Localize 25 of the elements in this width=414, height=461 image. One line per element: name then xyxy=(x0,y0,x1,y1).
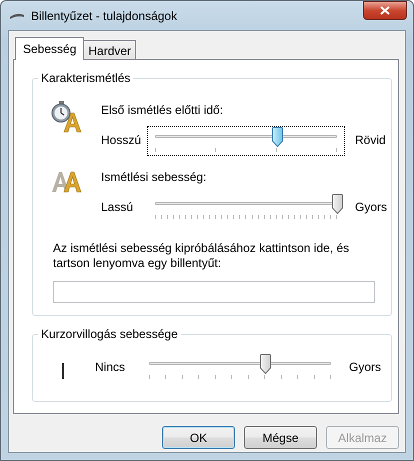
stopwatch-letter-icon xyxy=(51,101,83,133)
group-title: Karakterismétlés xyxy=(38,71,134,85)
setting-label: Ismétlési sebesség: xyxy=(101,170,208,184)
slider-label: Rövid xyxy=(354,132,386,147)
dialog-button[interactable]: OK xyxy=(162,426,235,449)
dialog-button[interactable]: Mégse xyxy=(244,426,317,449)
close-icon xyxy=(380,6,390,15)
slider-label: Nincs xyxy=(94,359,126,374)
slider-label: Hosszú xyxy=(101,132,142,147)
tab[interactable]: Sebesség xyxy=(15,37,84,60)
input-field[interactable] xyxy=(53,281,375,303)
slider-label: Gyors xyxy=(354,199,388,214)
window-title: Billentyűzet - tulajdonságok xyxy=(31,8,178,22)
cursor-icon xyxy=(62,363,66,379)
slider-thumb[interactable] xyxy=(272,127,283,147)
tab[interactable]: Hardver xyxy=(83,40,136,59)
slider-label: Gyors xyxy=(348,359,381,374)
instruction-text: Az ismétlési sebesség kipróbálásához kattintson ide, és tartson lenyomva egy billentyűt: xyxy=(53,241,350,271)
setting-label: Első ismétlés előtti idő: xyxy=(101,103,224,117)
close-button[interactable] xyxy=(363,1,407,20)
slider-label: Lassú xyxy=(101,199,134,214)
group-title: Kurzorvillogás sebessége xyxy=(38,327,181,341)
slider-thumb[interactable] xyxy=(260,354,272,374)
slider[interactable] xyxy=(147,126,345,156)
slider-thumb[interactable] xyxy=(332,194,343,214)
